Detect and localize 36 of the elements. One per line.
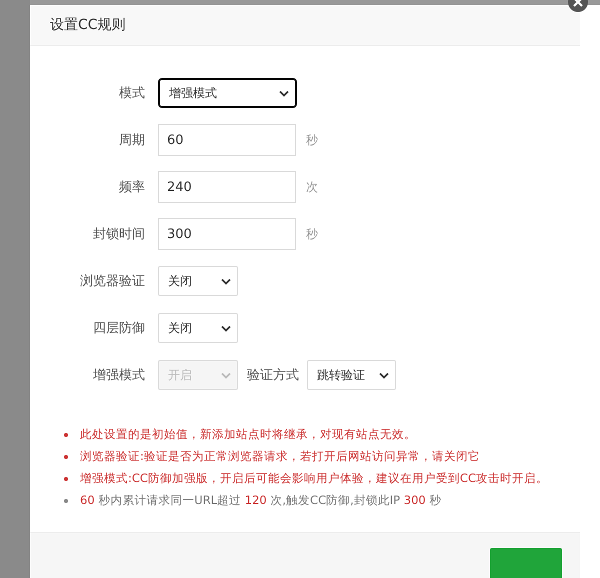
field-label: 周期	[118, 132, 146, 149]
dropdown[interactable]: 关闭	[158, 313, 238, 343]
chevron-down-icon	[221, 278, 231, 284]
dialog-title: 设置CC规则	[50, 16, 126, 34]
unit-label: 次	[306, 178, 318, 196]
note-text: 增强模式:CC防御加强版，开启后可能会影响用户体验，建议在用户受到CC攻击时开启。	[80, 470, 548, 487]
field-label: 浏览器验证	[79, 273, 146, 290]
chevron-down-icon	[221, 324, 231, 332]
input-field[interactable]: 60	[158, 124, 296, 156]
dropdown[interactable]: 关闭	[158, 266, 238, 296]
note-text: 此处设置的是初始值，新添加站点时将继承，对现有站点无效。	[80, 426, 416, 443]
note-text: 60	[80, 492, 95, 509]
unit-label: 秒	[306, 226, 318, 242]
note-text: 120	[244, 492, 267, 509]
field-label: 四层防御	[92, 320, 146, 337]
note-text: 次,触发CC防御,封锁此IP	[269, 492, 402, 509]
chevron-down-icon	[379, 372, 389, 378]
bullet-icon	[64, 476, 68, 480]
note-text: 秒	[428, 492, 442, 509]
unit-label: 秒	[306, 132, 318, 148]
bullet-icon	[64, 432, 68, 436]
chevron-down-icon	[221, 372, 231, 378]
field-label: 验证方式	[247, 367, 299, 384]
bullet-icon	[64, 498, 68, 502]
chevron-down-icon	[279, 90, 289, 96]
field-label: 模式	[118, 85, 146, 102]
field-label: 封锁时间	[92, 226, 146, 243]
input-field[interactable]: 240	[158, 171, 296, 203]
field-label: 增强模式	[92, 367, 146, 384]
note-text: 秒内累计请求同一URL超过	[97, 492, 242, 509]
field-label: 频率	[118, 179, 146, 196]
note-text: 浏览器验证:验证是否为正常浏览器请求，若打开后网站访问异常，请关闭它	[80, 448, 480, 465]
dropdown[interactable]: 增强模式	[158, 78, 297, 108]
input-field[interactable]: 300	[158, 218, 296, 250]
bullet-icon	[64, 454, 68, 458]
note-text: 300	[404, 492, 426, 509]
